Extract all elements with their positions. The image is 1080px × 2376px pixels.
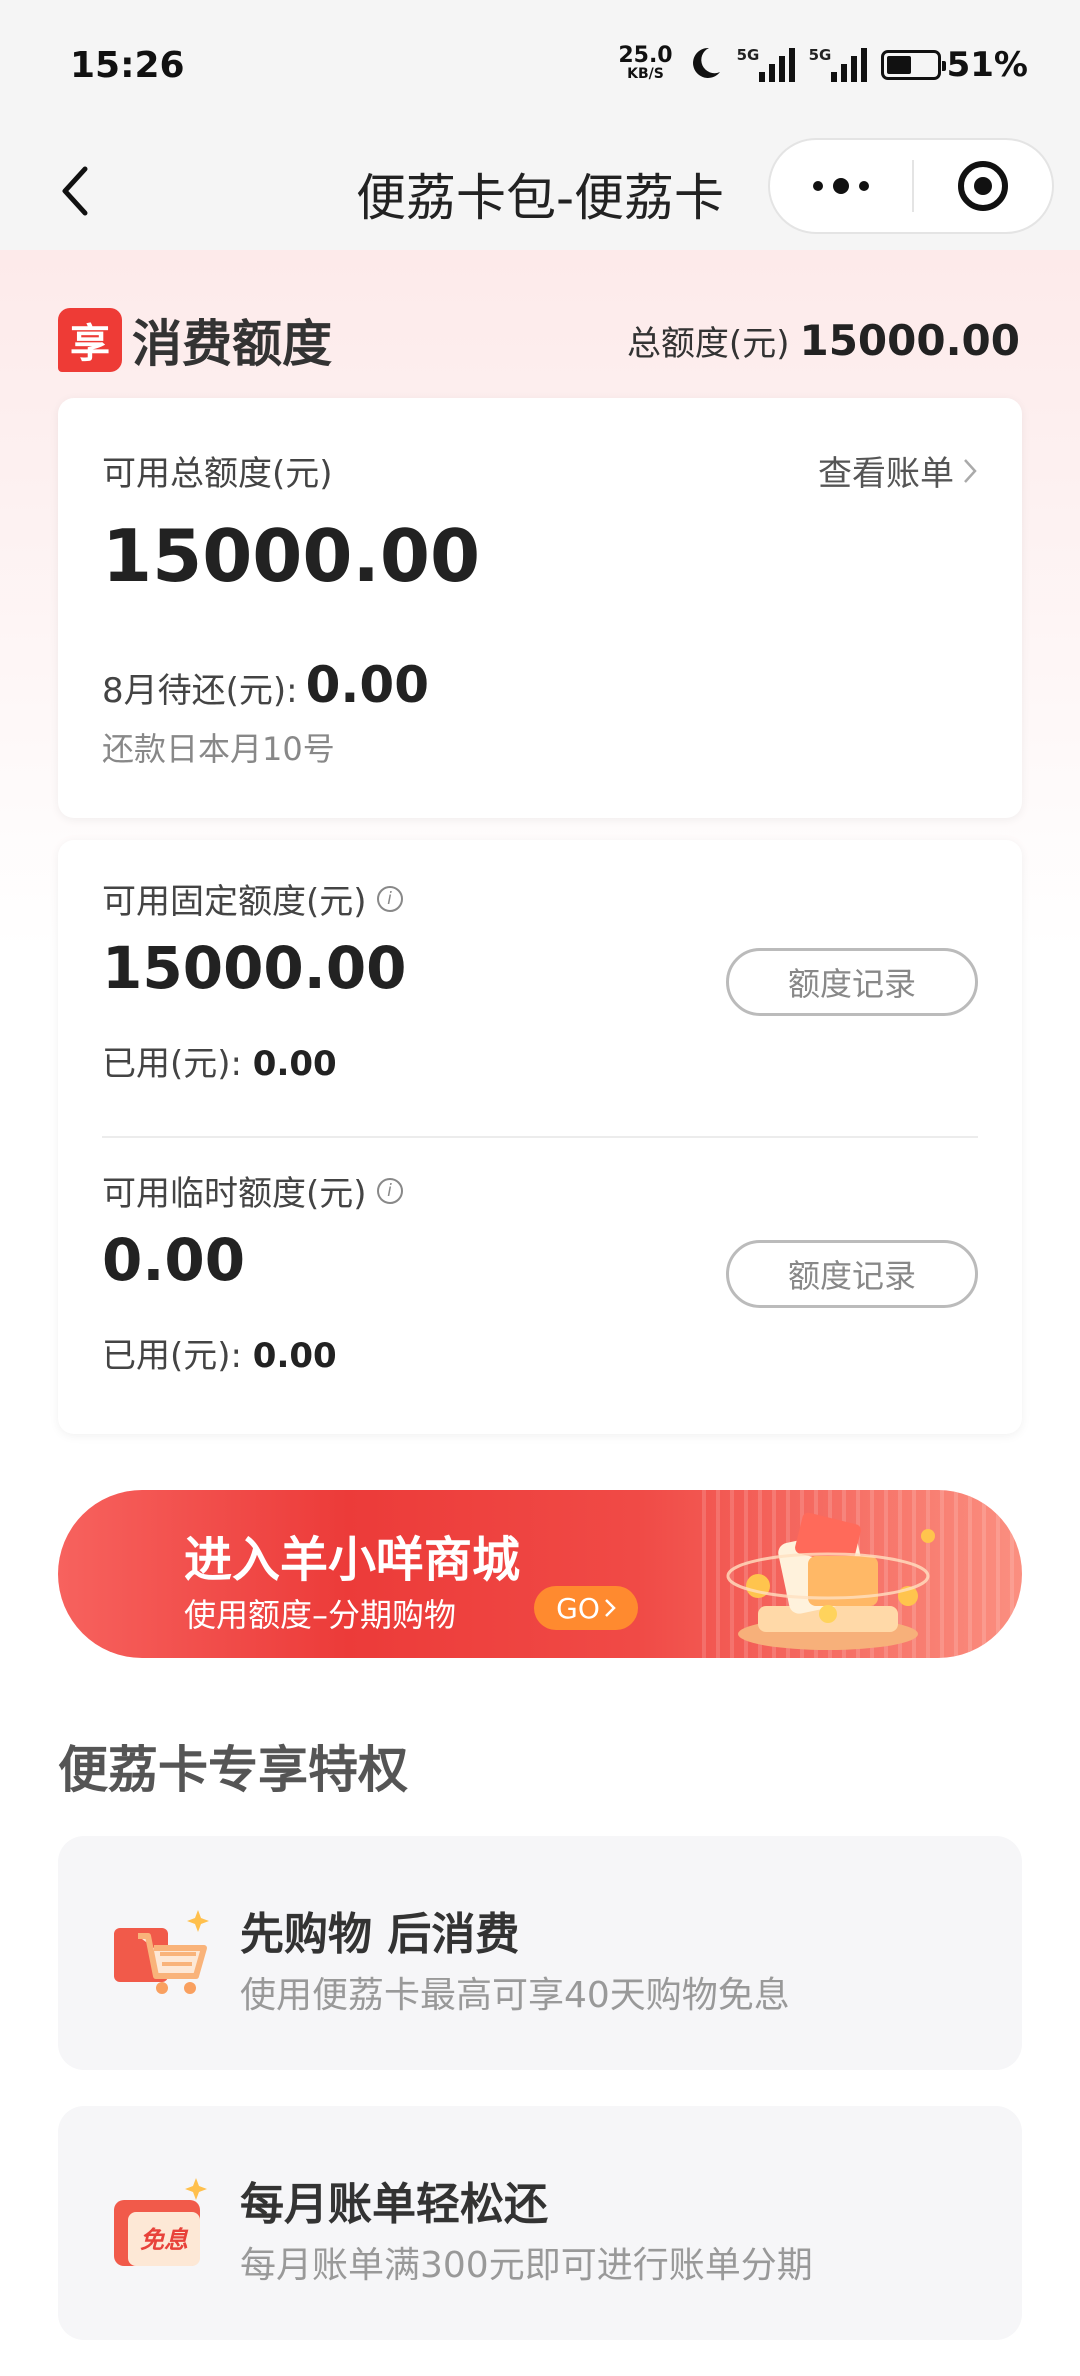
wallet-illustration-icon — [726, 1512, 935, 1650]
due-value: 0.00 — [305, 656, 429, 714]
temp-quota-record-button[interactable]: 额度记录 — [726, 1240, 978, 1308]
view-bill-link[interactable]: 查看账单 — [818, 446, 978, 495]
status-icons: 25.0 KB/S 5G 5G 51% — [618, 45, 1028, 86]
temp-quota-value: 0.00 — [102, 1226, 246, 1294]
enjoy-badge-icon: 享 — [58, 308, 122, 372]
temp-quota-used: 已用(元): 0.00 — [102, 1328, 337, 1377]
quota-detail-card: 可用固定额度(元) i 15000.00 已用(元): 0.00 额度记录 可用… — [58, 840, 1022, 1434]
signal-icon: 5G — [736, 46, 795, 82]
quota-section-header: 享 消费额度 总额度(元) 15000.00 — [58, 302, 1020, 378]
chevron-right-icon — [964, 458, 977, 483]
total-quota: 总额度(元) 15000.00 — [627, 316, 1020, 365]
interest-free-icon: 免息 — [114, 2178, 207, 2266]
signal-label: 5G — [736, 46, 760, 64]
fixed-quota-record-button[interactable]: 额度记录 — [726, 948, 978, 1016]
status-time: 15:26 — [70, 44, 185, 86]
fixed-used-label: 已用(元): — [102, 1044, 242, 1084]
chevron-right-icon — [604, 1599, 616, 1617]
privilege-name: 每月账单轻松还 — [240, 2179, 548, 2230]
mini-program-capsule — [768, 138, 1054, 234]
privileges-title: 便荔卡专享特权 — [58, 1741, 408, 1799]
fixed-quota-label: 可用固定额度(元) i — [102, 874, 403, 923]
more-button[interactable] — [770, 178, 912, 194]
due-amount: 8月待还(元): 0.00 — [102, 656, 429, 714]
mall-banner[interactable]: 进入羊小咩商城 使用额度–分期购物 GO — [58, 1490, 1022, 1658]
total-quota-value: 15000.00 — [799, 315, 1020, 365]
fixed-quota-value: 15000.00 — [102, 934, 407, 1002]
fixed-quota-label-text: 可用固定额度(元) — [102, 882, 367, 922]
privilege-desc: 每月账单满300元即可进行账单分期 — [240, 2245, 813, 2286]
due-label: 8月待还(元): — [102, 671, 298, 711]
privilege-desc: 使用便荔卡最高可享40天购物免息 — [240, 1975, 790, 2016]
temp-quota-block: 可用临时额度(元) i 0.00 已用(元): 0.00 额度记录 — [102, 1132, 978, 1392]
close-button[interactable] — [914, 161, 1052, 211]
network-speed: 25.0 KB/S — [618, 45, 672, 83]
section-title: 消费额度 — [132, 315, 332, 373]
privilege-card[interactable]: 免息 每月账单轻松还 每月账单满300元即可进行账单分期 — [58, 2106, 1022, 2340]
banner-go-button[interactable]: GO — [534, 1586, 638, 1630]
info-icon[interactable]: i — [376, 885, 403, 912]
fixed-used-value: 0.00 — [252, 1044, 337, 1084]
temp-used-value: 0.00 — [252, 1336, 337, 1376]
total-quota-label: 总额度(元) — [626, 323, 790, 364]
signal-label: 5G — [808, 46, 832, 64]
interest-free-text: 免息 — [140, 2226, 189, 2254]
view-bill-label: 查看账单 — [818, 454, 954, 494]
temp-quota-label-text: 可用临时额度(元) — [102, 1174, 367, 1214]
available-total-value: 15000.00 — [102, 514, 481, 598]
fixed-quota-block: 可用固定额度(元) i 15000.00 已用(元): 0.00 额度记录 — [102, 840, 978, 1100]
nav-bar: 便荔卡包-便荔卡 — [0, 130, 1080, 250]
target-icon — [958, 161, 1008, 211]
shopping-cart-icon — [114, 1910, 209, 1994]
privilege-card[interactable]: 先购物 后消费 使用便荔卡最高可享40天购物免息 — [58, 1836, 1022, 2070]
available-quota-card: 可用总额度(元) 查看账单 15000.00 8月待还(元): 0.00 还款日本… — [58, 398, 1022, 818]
banner-title: 进入羊小咩商城 — [184, 1532, 521, 1588]
banner-subtitle: 使用额度–分期购物 — [184, 1596, 457, 1634]
battery-percent: 51% — [946, 45, 1028, 85]
signal-icon: 5G — [808, 46, 867, 82]
battery-icon: 51% — [880, 45, 1028, 85]
battery-fill — [886, 56, 912, 74]
temp-quota-label: 可用临时额度(元) i — [102, 1166, 403, 1215]
fixed-quota-used: 已用(元): 0.00 — [102, 1036, 337, 1085]
info-icon[interactable]: i — [376, 1177, 403, 1204]
moon-icon — [687, 45, 723, 85]
go-label: GO — [556, 1591, 600, 1625]
available-total-label: 可用总额度(元) — [102, 454, 333, 494]
temp-used-label: 已用(元): — [102, 1336, 242, 1376]
status-bar: 15:26 25.0 KB/S 5G 5G 51% — [0, 0, 1080, 130]
privilege-name: 先购物 后消费 — [240, 1909, 520, 1960]
repay-date: 还款日本月10号 — [102, 730, 335, 768]
